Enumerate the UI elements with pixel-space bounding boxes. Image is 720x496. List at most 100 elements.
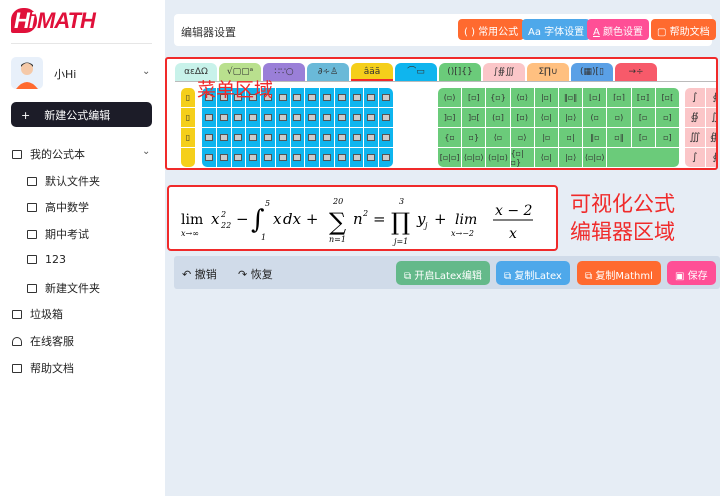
bracket-symbol-button[interactable]: ⟨▫ — [486, 128, 510, 147]
tab-symbol-group[interactable]: ∂∻♙ — [307, 63, 349, 81]
integral-symbol-button[interactable]: ∮ — [705, 88, 716, 107]
box-symbol-button[interactable] — [320, 128, 334, 147]
integral-symbol-button[interactable]: ∯ — [685, 108, 705, 127]
tab-symbol-group[interactable]: ⌒▭ — [395, 63, 437, 81]
folder-item[interactable]: 123 — [27, 253, 66, 266]
accent-symbol-button[interactable]: ▯ — [181, 128, 195, 147]
box-symbol-button[interactable] — [290, 108, 305, 127]
tab-symbol-group[interactable]: ()[]{} — [439, 63, 481, 81]
integral-symbol-button[interactable]: ∳ — [705, 148, 716, 167]
box-symbol-button[interactable] — [349, 88, 364, 107]
box-symbol-button[interactable] — [246, 108, 261, 127]
tab-symbol-group[interactable]: âäã — [351, 63, 393, 81]
bracket-symbol-button[interactable]: (▫|▫) — [486, 148, 510, 167]
box-symbol-button[interactable] — [231, 148, 246, 167]
box-symbol-button[interactable] — [334, 128, 349, 147]
box-symbol-button[interactable] — [275, 128, 290, 147]
chevron-down-icon[interactable]: ⌄ — [142, 66, 150, 77]
box-symbol-button[interactable] — [320, 148, 334, 167]
help-docs-button[interactable]: ▢ 帮助文档 — [651, 19, 716, 40]
box-symbol-button[interactable] — [275, 88, 290, 107]
box-symbol-button[interactable] — [349, 148, 364, 167]
bracket-symbol-button[interactable]: |▫| — [534, 88, 558, 107]
folder-item[interactable]: 默认文件夹 — [27, 173, 100, 189]
tab-symbol-group[interactable]: Σ∏∪ — [527, 63, 569, 81]
box-symbol-button[interactable] — [275, 108, 290, 127]
bracket-symbol-button[interactable]: ▫] — [655, 108, 679, 127]
box-symbol-button[interactable] — [246, 148, 261, 167]
font-settings-button[interactable]: Aa 字体设置 — [522, 19, 591, 40]
box-symbol-button[interactable] — [349, 108, 364, 127]
box-symbol-button[interactable] — [261, 108, 275, 127]
bracket-symbol-button[interactable]: {▫ — [438, 128, 462, 147]
box-symbol-button[interactable] — [379, 128, 393, 147]
box-symbol-button[interactable] — [290, 128, 305, 147]
bracket-symbol-button[interactable]: ]▫] — [438, 108, 462, 127]
accent-symbol-button[interactable] — [181, 148, 195, 167]
bracket-symbol-button[interactable]: ⟨▫| — [534, 108, 558, 127]
bracket-symbol-button[interactable]: |▫⟩ — [559, 108, 583, 127]
chevron-down-icon[interactable]: ⌄ — [142, 146, 150, 157]
bracket-symbol-button[interactable]: ‖▫‖ — [559, 88, 583, 107]
box-symbol-button[interactable] — [305, 128, 320, 147]
bracket-symbol-button[interactable]: ]▫[ — [462, 108, 486, 127]
bracket-symbol-button[interactable]: [▫ — [631, 108, 655, 127]
latex-edit-button[interactable]: ⧉ 开启Latex编辑 — [396, 261, 490, 285]
box-symbol-button[interactable] — [364, 88, 379, 107]
integral-symbol-button[interactable]: ∭ — [685, 128, 705, 147]
redo-button[interactable]: ↷ 恢复 — [238, 266, 273, 282]
new-folder-button[interactable]: 新建文件夹 — [27, 280, 100, 296]
folder-item[interactable]: 期中考试 — [27, 226, 89, 242]
box-symbol-button[interactable] — [364, 128, 379, 147]
himath-logo[interactable]: Hi MATH — [11, 8, 96, 34]
bracket-symbol-button[interactable]: [▫) — [510, 108, 534, 127]
integral-symbol-button[interactable]: ∬ — [705, 108, 716, 127]
bracket-symbol-button[interactable]: [▫[ — [655, 88, 679, 107]
bracket-symbol-button[interactable]: ⟨▫⟩ — [510, 88, 534, 107]
box-symbol-button[interactable] — [349, 128, 364, 147]
nav-help[interactable]: 帮助文档 — [12, 360, 74, 376]
bracket-symbol-button[interactable]: ▫‖ — [607, 128, 631, 147]
bracket-symbol-button[interactable]: ⟨▫|▫⟩ — [462, 148, 486, 167]
box-symbol-button[interactable] — [334, 148, 349, 167]
save-button[interactable]: ▣ 保存 — [667, 261, 716, 285]
box-symbol-button[interactable] — [290, 148, 305, 167]
box-symbol-button[interactable] — [231, 128, 246, 147]
bracket-symbol-button[interactable]: ⌈▫⌉ — [607, 88, 631, 107]
box-symbol-button[interactable] — [261, 128, 275, 147]
box-symbol-button[interactable] — [202, 108, 216, 127]
bracket-symbol-button[interactable]: {▫|▫} — [510, 148, 534, 167]
bracket-symbol-button[interactable]: [▫ — [631, 128, 655, 147]
box-symbol-button[interactable] — [364, 108, 379, 127]
box-symbol-button[interactable] — [290, 88, 305, 107]
undo-button[interactable]: ↶ 撤销 — [182, 266, 217, 282]
box-symbol-button[interactable] — [334, 108, 349, 127]
box-symbol-button[interactable] — [261, 148, 275, 167]
integral-symbol-button[interactable]: ∫ — [685, 148, 705, 167]
formula-editor[interactable]: lim x→∞ x 2 22 − ∫ 5 1 x dx + ∑ 20 n=1 n 2 = ∏ 3 j=1… — [167, 185, 558, 251]
bracket-symbol-button[interactable]: ▫| — [559, 128, 583, 147]
box-symbol-button[interactable] — [305, 88, 320, 107]
box-symbol-button[interactable] — [231, 108, 246, 127]
bracket-symbol-button[interactable]: (▫ — [583, 108, 607, 127]
box-symbol-button[interactable] — [275, 148, 290, 167]
tab-symbol-group[interactable]: →÷ — [615, 63, 657, 81]
box-symbol-button[interactable] — [364, 148, 379, 167]
bracket-symbol-button[interactable]: [▫|▫] — [438, 148, 462, 167]
common-formulas-button[interactable]: ( ) 常用公式 — [458, 19, 525, 40]
bracket-symbol-button[interactable]: ▫] — [655, 128, 679, 147]
box-symbol-button[interactable] — [305, 148, 320, 167]
box-symbol-button[interactable] — [216, 108, 231, 127]
bracket-symbol-button[interactable]: ▫} — [462, 128, 486, 147]
integral-symbol-button[interactable]: ∰ — [705, 128, 716, 147]
bracket-symbol-button[interactable]: ⌊▫⌋ — [583, 88, 607, 107]
bracket-symbol-button[interactable]: {▫} — [486, 88, 510, 107]
new-formula-button[interactable]: + 新建公式编辑 — [11, 102, 152, 127]
box-symbol-button[interactable] — [379, 108, 393, 127]
box-symbol-button[interactable] — [334, 88, 349, 107]
bracket-symbol-button[interactable]: |▫ — [534, 128, 558, 147]
box-symbol-button[interactable] — [379, 148, 393, 167]
nav-trash[interactable]: 垃圾箱 — [12, 306, 63, 322]
bracket-symbol-button[interactable]: ▫) — [607, 108, 631, 127]
nav-my-notebook[interactable]: 我的公式本 — [12, 146, 85, 162]
